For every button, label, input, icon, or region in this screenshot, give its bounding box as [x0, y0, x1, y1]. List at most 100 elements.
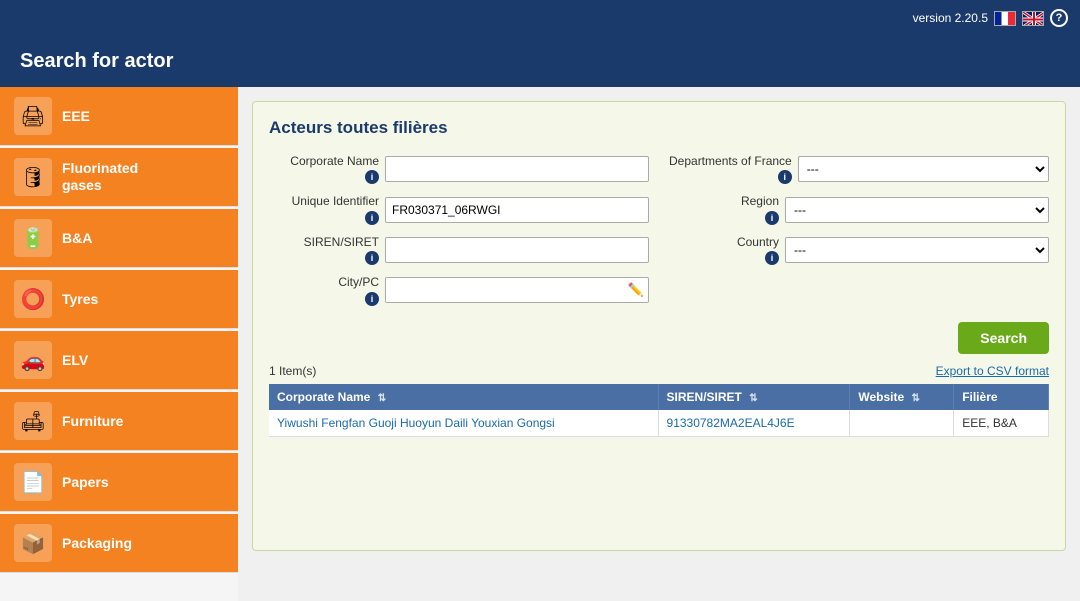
country-label-wrap: Country i — [669, 235, 779, 265]
departments-info-icon[interactable]: i — [778, 170, 792, 184]
corporate-name-info-icon[interactable]: i — [365, 170, 379, 184]
sidebar-label-fluorinated: Fluorinatedgases — [62, 160, 138, 194]
siren-siret-label: SIREN/SIRET — [304, 235, 379, 249]
country-row: Country i --- — [669, 235, 1049, 265]
ba-icon: 🔋 — [14, 219, 52, 257]
form-right: Departments of France i --- Region i — [669, 154, 1049, 306]
col-corporate-name[interactable]: Corporate Name ⇅ — [269, 384, 658, 410]
city-pc-info-icon[interactable]: i — [365, 292, 379, 306]
fluorinated-icon: 🛢 — [14, 158, 52, 196]
unique-identifier-label-wrap: Unique Identifier i — [269, 194, 379, 224]
packaging-icon: 📦 — [14, 524, 52, 562]
page-header: Search for actor — [0, 36, 1080, 87]
results-table: Corporate Name ⇅ SIREN/SIRET ⇅ Website ⇅ — [269, 384, 1049, 437]
page-title: Search for actor — [20, 50, 173, 72]
top-bar: version 2.20.5 ? — [0, 0, 1080, 36]
sidebar-label-elv: ELV — [62, 352, 88, 369]
siren-siret-row: SIREN/SIRET i — [269, 235, 649, 265]
col-website-label: Website — [858, 390, 904, 404]
sidebar: 🖨 EEE 🛢 Fluorinatedgases 🔋 B&A ⭕ Tyres 🚗… — [0, 87, 238, 601]
col-siren-siret-label: SIREN/SIRET — [667, 390, 742, 404]
siren-siret-input[interactable] — [385, 237, 649, 263]
city-pc-input[interactable] — [386, 278, 624, 302]
sidebar-item-fluorinated[interactable]: 🛢 Fluorinatedgases — [0, 148, 238, 207]
siren-siret-info-icon[interactable]: i — [365, 251, 379, 265]
departments-select[interactable]: --- — [798, 156, 1049, 182]
results-table-head: Corporate Name ⇅ SIREN/SIRET ⇅ Website ⇅ — [269, 384, 1049, 410]
departments-label-wrap: Departments of France i — [669, 154, 792, 184]
siren-siret-label-wrap: SIREN/SIRET i — [269, 235, 379, 265]
unique-identifier-input[interactable] — [385, 197, 649, 223]
col-website-sort-icon: ⇅ — [912, 393, 920, 404]
col-filiere[interactable]: Filière — [954, 384, 1049, 410]
city-pc-input-wrap: ✏️ — [385, 277, 649, 303]
sidebar-label-packaging: Packaging — [62, 535, 132, 552]
main-layout: 🖨 EEE 🛢 Fluorinatedgases 🔋 B&A ⭕ Tyres 🚗… — [0, 87, 1080, 601]
search-panel: Acteurs toutes filières Corporate Name i — [252, 101, 1066, 551]
results-table-body: Yiwushi Fengfan Guoji Huoyun Daili Youxi… — [269, 410, 1049, 437]
furniture-icon: 🛋 — [14, 402, 52, 440]
unique-identifier-row: Unique Identifier i — [269, 194, 649, 224]
flag-france-icon[interactable] — [994, 11, 1016, 26]
search-button[interactable]: Search — [958, 322, 1049, 354]
tyres-icon: ⭕ — [14, 280, 52, 318]
search-button-row: Search — [269, 322, 1049, 354]
region-label: Region — [741, 194, 779, 208]
col-siren-siret[interactable]: SIREN/SIRET ⇅ — [658, 384, 850, 410]
sidebar-item-papers[interactable]: 📄 Papers — [0, 453, 238, 512]
col-corporate-name-sort-icon: ⇅ — [378, 393, 386, 404]
version-label: version 2.20.5 — [913, 11, 988, 25]
country-info-icon[interactable]: i — [765, 251, 779, 265]
region-select[interactable]: --- — [785, 197, 1049, 223]
sidebar-item-packaging[interactable]: 📦 Packaging — [0, 514, 238, 573]
country-select[interactable]: --- — [785, 237, 1049, 263]
item-count: 1 Item(s) — [269, 364, 316, 378]
sidebar-item-tyres[interactable]: ⭕ Tyres — [0, 270, 238, 329]
eee-icon: 🖨 — [14, 97, 52, 135]
search-form: Corporate Name i Unique Identifier i — [269, 154, 1049, 306]
export-csv-link[interactable]: Export to CSV format — [936, 364, 1049, 378]
col-siren-siret-sort-icon: ⇅ — [749, 393, 757, 404]
form-left: Corporate Name i Unique Identifier i — [269, 154, 649, 306]
elv-icon: 🚗 — [14, 341, 52, 379]
sidebar-item-eee[interactable]: 🖨 EEE — [0, 87, 238, 146]
cell-corporate-name[interactable]: Yiwushi Fengfan Guoji Huoyun Daili Youxi… — [269, 410, 658, 437]
table-row[interactable]: Yiwushi Fengfan Guoji Huoyun Daili Youxi… — [269, 410, 1049, 437]
city-pc-edit-icon[interactable]: ✏️ — [624, 282, 648, 298]
cell-filiere: EEE, B&A — [954, 410, 1049, 437]
sidebar-item-elv[interactable]: 🚗 ELV — [0, 331, 238, 390]
city-pc-row: City/PC i ✏️ — [269, 275, 649, 305]
results-header: 1 Item(s) Export to CSV format — [269, 364, 1049, 378]
sidebar-label-papers: Papers — [62, 474, 109, 491]
col-website[interactable]: Website ⇅ — [850, 384, 954, 410]
sidebar-item-furniture[interactable]: 🛋 Furniture — [0, 392, 238, 451]
flag-uk-icon[interactable] — [1022, 11, 1044, 26]
papers-icon: 📄 — [14, 463, 52, 501]
sidebar-label-tyres: Tyres — [62, 291, 98, 308]
corporate-name-input[interactable] — [385, 156, 649, 182]
unique-identifier-info-icon[interactable]: i — [365, 211, 379, 225]
region-label-wrap: Region i — [669, 194, 779, 224]
corporate-name-label-wrap: Corporate Name i — [269, 154, 379, 184]
country-label: Country — [737, 235, 779, 249]
sidebar-label-eee: EEE — [62, 108, 90, 125]
city-pc-label-wrap: City/PC i — [269, 275, 379, 305]
unique-identifier-label: Unique Identifier — [292, 194, 379, 208]
region-info-icon[interactable]: i — [765, 211, 779, 225]
corporate-name-label: Corporate Name — [290, 154, 379, 168]
sidebar-label-ba: B&A — [62, 230, 92, 247]
content-area: Acteurs toutes filières Corporate Name i — [238, 87, 1080, 601]
sidebar-label-furniture: Furniture — [62, 413, 123, 430]
panel-title: Acteurs toutes filières — [269, 118, 1049, 138]
help-icon[interactable]: ? — [1050, 9, 1068, 27]
col-filiere-label: Filière — [962, 390, 997, 404]
sidebar-item-ba[interactable]: 🔋 B&A — [0, 209, 238, 268]
cell-website — [850, 410, 954, 437]
corporate-name-row: Corporate Name i — [269, 154, 649, 184]
city-pc-label: City/PC — [338, 275, 379, 289]
departments-row: Departments of France i --- — [669, 154, 1049, 184]
cell-siren-siret[interactable]: 91330782MA2EAL4J6E — [658, 410, 850, 437]
col-corporate-name-label: Corporate Name — [277, 390, 370, 404]
results-table-header-row: Corporate Name ⇅ SIREN/SIRET ⇅ Website ⇅ — [269, 384, 1049, 410]
departments-label: Departments of France — [669, 154, 792, 168]
